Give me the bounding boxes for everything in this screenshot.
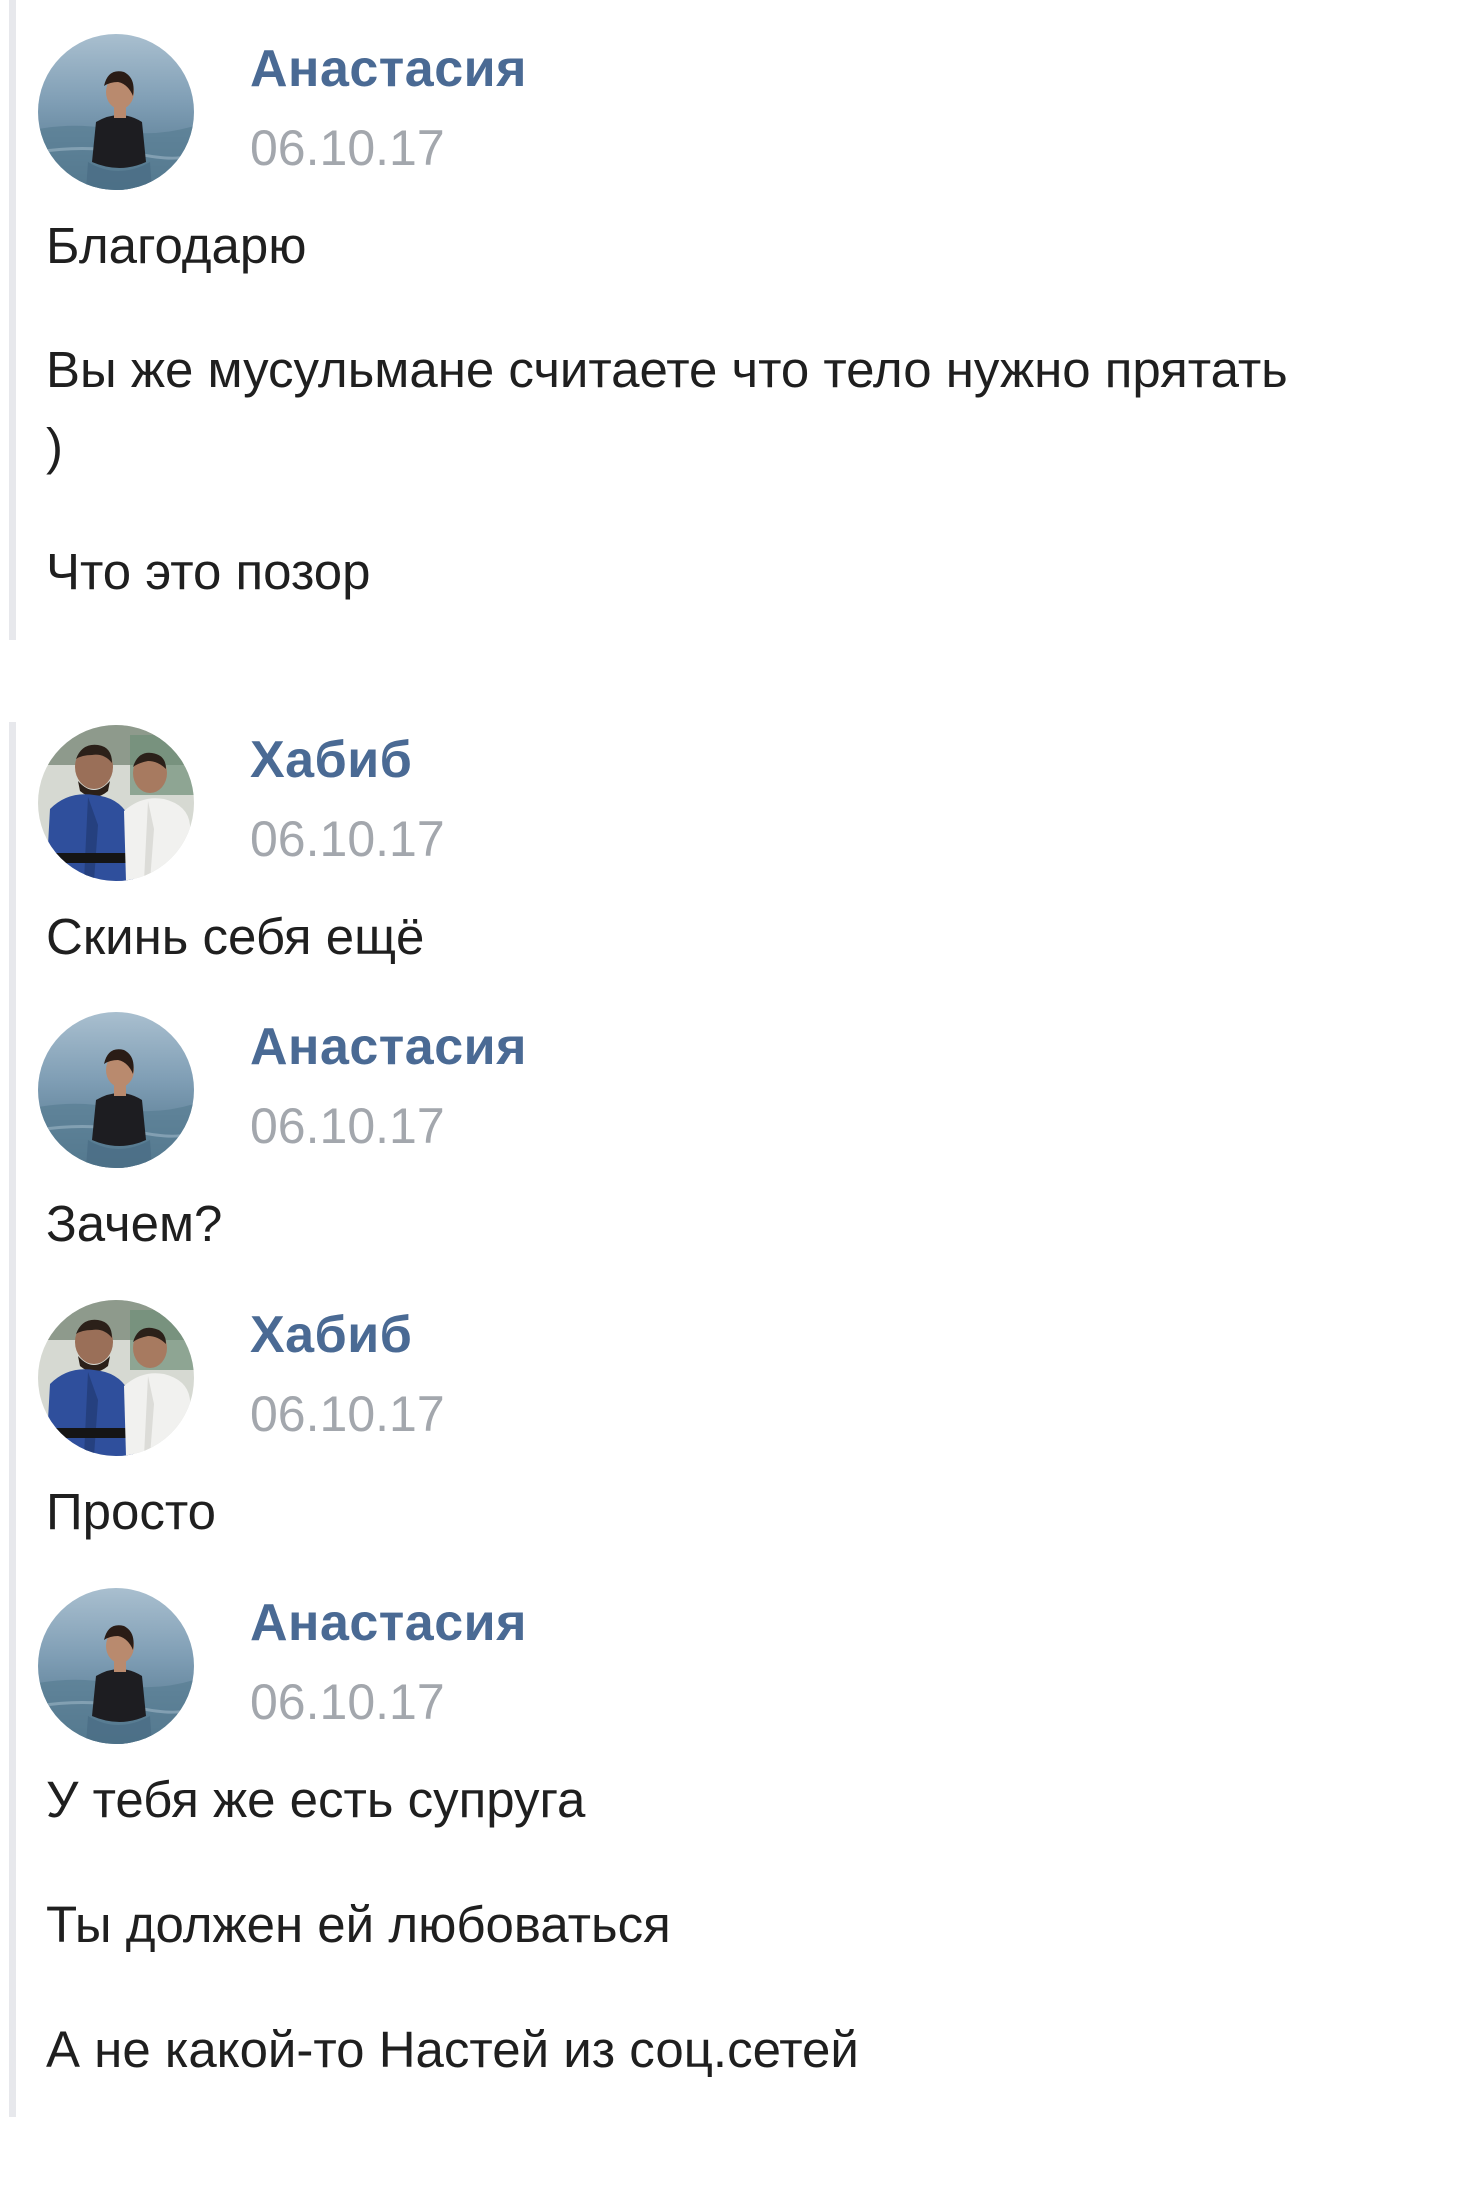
thread-divider-bar xyxy=(9,0,16,640)
avatar-habib[interactable] xyxy=(38,725,194,881)
message-text: Ты должен ей любоваться xyxy=(46,1896,671,1953)
two-men-kimono-avatar-icon xyxy=(38,725,194,881)
avatar-habib[interactable] xyxy=(38,1300,194,1456)
message-text: Просто xyxy=(46,1483,217,1540)
message-date-link[interactable]: 06.10.17 xyxy=(250,1673,445,1731)
woman-sea-avatar-icon xyxy=(38,34,194,190)
message-text: Зачем? xyxy=(46,1195,223,1252)
author-name-link[interactable]: Анастасия xyxy=(250,1593,527,1653)
avatar-anastasia[interactable] xyxy=(38,1588,194,1744)
avatar-anastasia[interactable] xyxy=(38,34,194,190)
author-name-link[interactable]: Хабиб xyxy=(250,730,412,790)
woman-sea-avatar-icon xyxy=(38,1012,194,1168)
message-date-link[interactable]: 06.10.17 xyxy=(250,119,445,177)
message-text: У тебя же есть супруга xyxy=(46,1771,586,1828)
message-group-1: Анастасия 06.10.17 Благодарю Вы же мусул… xyxy=(0,0,1460,640)
avatar-anastasia[interactable] xyxy=(38,1012,194,1168)
thread-divider-bar xyxy=(9,722,16,2117)
message-date-link[interactable]: 06.10.17 xyxy=(250,1385,445,1443)
message-text: Вы же мусульмане считаете что тело нужно… xyxy=(46,341,1288,398)
woman-sea-avatar-icon xyxy=(38,1588,194,1744)
message-text: Благодарю xyxy=(46,217,307,274)
author-name-link[interactable]: Хабиб xyxy=(250,1305,412,1365)
message-date-link[interactable]: 06.10.17 xyxy=(250,1097,445,1155)
message-text: ) xyxy=(46,418,63,475)
author-name-link[interactable]: Анастасия xyxy=(250,1017,527,1077)
two-men-kimono-avatar-icon xyxy=(38,1300,194,1456)
author-name-link[interactable]: Анастасия xyxy=(250,39,527,99)
message-text: Скинь себя ещё xyxy=(46,908,425,965)
message-group-2: Хабиб 06.10.17 Скинь себя ещё Анастасия … xyxy=(0,722,1460,2117)
message-text: А не какой-то Настей из соц.сетей xyxy=(46,2021,859,2078)
message-date-link[interactable]: 06.10.17 xyxy=(250,810,445,868)
message-text: Что это позор xyxy=(46,543,371,600)
